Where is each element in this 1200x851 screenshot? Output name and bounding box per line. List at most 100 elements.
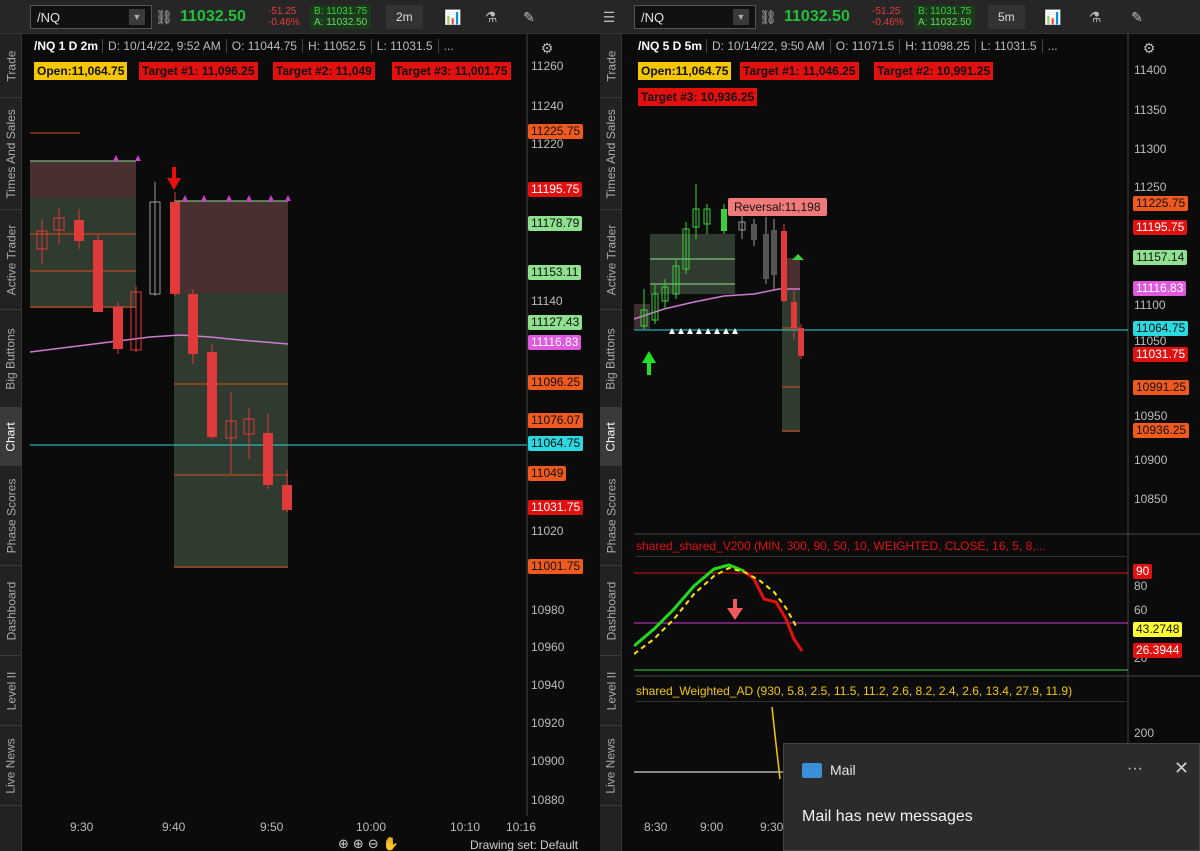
symbol-selector[interactable]: /NQ ▼ [30,5,152,29]
sidetab-times-and-sales[interactable]: Times And Sales [0,98,22,210]
price-tick: 11400 [1134,63,1167,77]
drawing-tools-icon[interactable]: ✎ [516,5,542,29]
sidetab-times-and-sales[interactable]: Times And Sales [600,98,622,210]
chart-more[interactable]: ... [1041,39,1063,53]
candlestick-icon[interactable]: 📊 [1040,5,1066,29]
sidetab-live-news[interactable]: Live News [0,726,22,806]
sidetab-big-buttons[interactable]: Big Buttons [0,310,22,408]
zoom-controls[interactable]: ⊕⊕⊖✋ [338,836,403,851]
study-tick: 200 [1134,726,1154,740]
sidetab-live-news[interactable]: Live News [600,726,622,806]
flask-icon[interactable]: ⚗ [1082,5,1108,29]
sidetab-level-ii[interactable]: Level II [0,656,22,726]
price-tick: 10980 [531,603,565,617]
price-label: 11049 [528,466,567,481]
chart-low: L: 11031.5 [974,39,1042,53]
mail-icon [802,763,822,778]
sidetab-phase-scores[interactable]: Phase Scores [0,466,22,566]
price-label: 11096.25 [528,375,584,390]
target-3-tag: Target #3: 10,936.25 [638,88,758,106]
chart-high: H: 11098.25 [899,39,975,53]
study-axis: 806020200 [1134,579,1154,740]
price-tick: 10900 [1134,453,1168,467]
flask-icon[interactable]: ⚗ [478,5,504,29]
sidetab-label: Active Trader [604,224,619,295]
target-3-tag: Target #3: 11,001.75 [392,62,511,80]
price-label: 11178.79 [528,216,583,231]
mail-notification[interactable]: Mail ··· ✕ Mail has new messages [783,743,1200,851]
right-toolbar: ☰ /NQ ▼ ⛓ 11032.50 -51.25 -0.46% B: 1103… [598,0,1200,34]
price-label: 11031.75 [528,500,584,515]
left-price-chart[interactable]: 11260 11240 11220 11140 11020 10980 10960 10940… [30,34,598,851]
chart-open: O: 11071.5 [829,39,900,53]
target-2-tag: Target #2: 10,991.25 [874,62,994,80]
price-label: 11225.75 [528,124,584,139]
style-settings-icon[interactable]: ⚙ [1136,36,1162,60]
chevron-down-icon[interactable]: ▼ [733,9,749,25]
price-label: 11116.83 [528,335,582,350]
study2-title[interactable]: shared_Weighted_AD (930, 5.8, 2.5, 11.5,… [636,684,1126,702]
target-zone [30,198,136,308]
price-tick: 10960 [531,640,565,654]
price-label: 11076.07 [528,413,584,428]
link-icon[interactable]: ⛓ [154,5,174,29]
sidetab-label: Times And Sales [604,108,619,199]
sidetab-active-trader[interactable]: Active Trader [0,210,22,310]
price-tick: 10940 [531,678,565,692]
right-price-chart[interactable]: 11400 11350 11300 11250 11100 11050 10950 10900… [634,34,1200,851]
drawing-set-label[interactable]: Drawing set: Default [470,838,578,851]
chart-low: L: 11031.5 [370,39,438,53]
time-tick: 9:00 [700,820,724,834]
reversal-zone [174,201,288,293]
style-settings-icon[interactable]: ⚙ [534,36,560,60]
sidetab-dashboard[interactable]: Dashboard [600,566,622,656]
sidetab-active-trader[interactable]: Active Trader [600,210,622,310]
time-tick: 10:10 [450,820,480,834]
study-label: 90 [1133,564,1153,579]
price-tick: 11050 [1134,334,1167,348]
chart-area [634,34,1128,851]
close-icon[interactable]: ✕ [1174,758,1189,779]
sidetab-trade[interactable]: Trade [600,34,622,98]
net-change-value: -51.25 [872,6,901,17]
chevron-down-icon[interactable]: ▼ [129,9,145,25]
left-chart-pane: /NQ ▼ ⛓ 11032.50 -51.25 -0.46% B: 11031.… [0,0,598,851]
reversal-zone [30,161,136,198]
sidetab-label: Big Buttons [604,327,618,390]
price-label: 11195.75 [528,182,583,197]
link-icon[interactable]: ⛓ [758,5,778,29]
study1-title[interactable]: shared_shared_V200 (MIN, 300, 90, 50, 10… [636,539,1126,557]
chart-more[interactable]: ... [437,39,459,53]
price-label: 11064.75 [528,436,584,451]
price-label: 11225.75 [1133,196,1189,211]
sidetab-trade[interactable]: Trade [0,34,22,98]
last-price: 11032.50 [784,8,850,25]
price-label: 11064.75 [1133,321,1189,336]
sidetab-label: Level II [4,671,19,710]
net-change-value: -51.25 [268,6,297,17]
chart-symbol: /NQ 5 D 5m [638,39,703,53]
more-options-icon[interactable]: ··· [1127,760,1143,778]
menu-icon[interactable]: ☰ [598,5,620,29]
drawing-tools-icon[interactable]: ✎ [1124,5,1150,29]
sidetab-label: Trade [604,50,618,81]
sidetab-big-buttons[interactable]: Big Buttons [600,310,622,408]
price-axis: 11260 11240 11220 11140 11020 10980 10960 10940… [531,59,565,807]
time-tick: 10:00 [356,820,386,834]
bid-value: B: 11031.75 [314,6,368,17]
sidetab-level-ii[interactable]: Level II [600,656,622,726]
sidetab-dashboard[interactable]: Dashboard [0,566,22,656]
candlestick-icon[interactable]: 📊 [440,5,466,29]
study-label: 26.3944 [1133,643,1183,658]
timeframe-button[interactable]: 5m [988,5,1025,29]
sidetab-chart[interactable]: Chart [0,408,22,466]
chart-high: H: 11052.5 [301,39,371,53]
symbol-selector[interactable]: /NQ ▼ [634,5,756,29]
sidetab-chart[interactable]: Chart [600,408,622,466]
sidetab-phase-scores[interactable]: Phase Scores [600,466,622,566]
timeframe-button[interactable]: 2m [386,5,423,29]
sidetab-label: Live News [4,737,19,794]
bid-ask: B: 11031.75 A: 11032.50 [914,5,976,29]
left-sidetabs: Trade Times And Sales Active Trader Big … [0,34,22,851]
time-tick: 10:16 [506,820,536,834]
